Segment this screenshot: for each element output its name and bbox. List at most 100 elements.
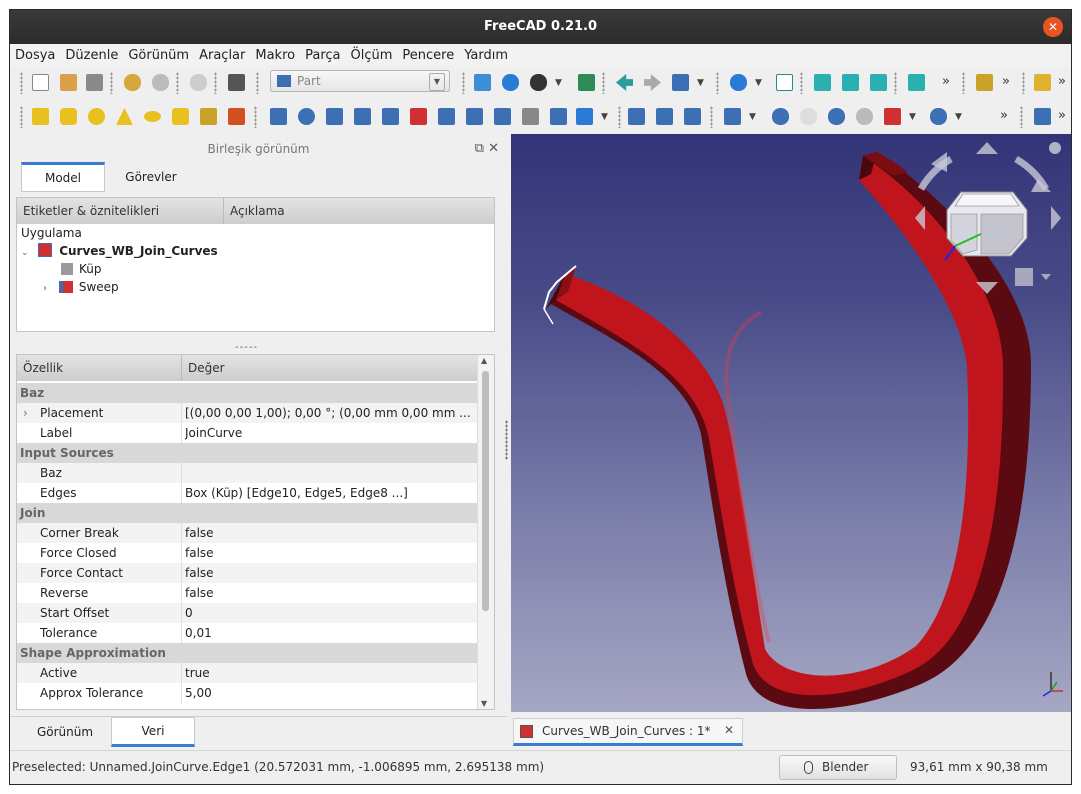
thickness-icon[interactable]	[628, 108, 645, 125]
open-folder-icon[interactable]	[60, 74, 77, 91]
close-tab-icon[interactable]: ✕	[724, 723, 734, 737]
view-top-icon[interactable]	[842, 74, 859, 91]
offset-icon[interactable]	[576, 108, 593, 125]
std-zoom-icon[interactable]	[730, 74, 747, 91]
color-per-face-icon[interactable]	[684, 108, 701, 125]
menu-gorunum[interactable]: Görünüm	[123, 44, 194, 63]
toolbar-overflow-icon[interactable]: »	[942, 74, 950, 89]
chevron-down-icon[interactable]: ▼	[749, 112, 756, 122]
sync-view-icon[interactable]	[672, 74, 689, 91]
fillet-icon[interactable]	[354, 108, 371, 125]
revolve-icon[interactable]	[298, 108, 315, 125]
make-face-icon[interactable]	[410, 108, 427, 125]
scroll-up-icon[interactable]: ▲	[481, 356, 487, 365]
part-cone-icon[interactable]	[116, 108, 133, 125]
view-isometric-icon[interactable]	[776, 74, 793, 91]
measure-linear-icon[interactable]	[1034, 108, 1051, 125]
menu-duzenle[interactable]: Düzenle	[60, 44, 123, 63]
toolbar-overflow-icon[interactable]: »	[1058, 108, 1066, 123]
float-panel-icon[interactable]: ⧉	[475, 141, 484, 156]
tree-header-labels[interactable]: Etiketler & öznitelikleri	[17, 198, 224, 224]
chevron-down-icon[interactable]: ⌄	[21, 248, 29, 258]
ruled-surface-icon[interactable]	[438, 108, 455, 125]
nav-cube-menu-icon[interactable]	[1049, 142, 1061, 154]
measure-icon[interactable]	[976, 74, 993, 91]
chevron-down-icon[interactable]: ▼	[601, 112, 608, 122]
3d-scene[interactable]	[511, 134, 1072, 712]
projection-icon[interactable]	[656, 108, 673, 125]
tree-header-description[interactable]: Açıklama	[224, 198, 494, 224]
toolbar-overflow-icon[interactable]: »	[1000, 108, 1008, 123]
draw-style-icon[interactable]	[530, 74, 547, 91]
property-scrollbar[interactable]: ▲ ▼	[477, 355, 494, 709]
undo-icon[interactable]	[124, 74, 141, 91]
property-group[interactable]: Baz	[17, 383, 479, 403]
tab-veri[interactable]: Veri	[111, 717, 195, 747]
whats-this-icon[interactable]	[228, 74, 245, 91]
vertical-splitter[interactable]	[505, 420, 508, 460]
toolbar-overflow-icon[interactable]: »	[1002, 74, 1010, 89]
tree-item-kup[interactable]: Küp	[61, 260, 102, 278]
menu-dosya[interactable]: Dosya	[10, 44, 60, 63]
property-row-edges[interactable]: Edges Box (Küp) [Edge10, Edge5, Edge8 ...…	[17, 483, 479, 503]
chevron-right-icon[interactable]: ›	[23, 403, 28, 423]
property-group[interactable]: Join	[17, 503, 479, 523]
back-arrow-icon[interactable]	[616, 74, 633, 91]
chamfer-icon[interactable]	[382, 108, 399, 125]
tab-model[interactable]: Model	[21, 162, 105, 192]
property-row-corner-break[interactable]: Corner Break false	[17, 523, 479, 543]
refresh-icon[interactable]	[190, 74, 207, 91]
menu-makro[interactable]: Makro	[250, 44, 300, 63]
redo-icon[interactable]	[152, 74, 169, 91]
window-close-button[interactable]: ✕	[1043, 17, 1063, 37]
section-icon[interactable]	[522, 108, 539, 125]
3d-viewport[interactable]	[511, 134, 1072, 712]
part-cylinder-icon[interactable]	[60, 108, 77, 125]
mirror-icon[interactable]	[326, 108, 343, 125]
cross-sections-icon[interactable]	[550, 108, 567, 125]
shape-builder-icon[interactable]	[228, 108, 245, 125]
property-row-force-closed[interactable]: Force Closed false	[17, 543, 479, 563]
menu-araclar[interactable]: Araçlar	[194, 44, 250, 63]
tree-root-application[interactable]: Uygulama	[21, 224, 82, 242]
property-row-force-contact[interactable]: Force Contact false	[17, 563, 479, 583]
chevron-right-icon[interactable]: ›	[43, 283, 47, 294]
scrollbar-thumb[interactable]	[482, 371, 489, 611]
view-front-icon[interactable]	[814, 74, 831, 91]
tree-item-document[interactable]: ⌄ Curves_WB_Join_Curves	[21, 242, 218, 260]
property-row-approx-tolerance[interactable]: Approx Tolerance 5,00	[17, 683, 479, 703]
property-row-active[interactable]: Active true	[17, 663, 479, 683]
part-torus-icon[interactable]	[144, 111, 161, 122]
property-header-name[interactable]: Özellik	[17, 355, 182, 381]
forward-arrow-icon[interactable]	[644, 74, 661, 91]
new-document-icon[interactable]	[32, 74, 49, 91]
cut-icon[interactable]	[800, 108, 817, 125]
part-tube-icon[interactable]	[172, 108, 189, 125]
toolbar-overflow-icon[interactable]: »	[1058, 74, 1066, 89]
navigation-style-button[interactable]: Blender	[779, 755, 897, 780]
property-row-baz[interactable]: Baz	[17, 463, 479, 483]
loft-icon[interactable]	[466, 108, 483, 125]
split-icon[interactable]	[930, 108, 947, 125]
chevron-down-icon[interactable]: ▼	[909, 112, 916, 122]
tab-gorunum[interactable]: Görünüm	[20, 717, 110, 747]
property-group[interactable]: Input Sources	[17, 443, 479, 463]
boolean-icon[interactable]	[772, 108, 789, 125]
property-row-tolerance[interactable]: Tolerance 0,01	[17, 623, 479, 643]
scroll-down-icon[interactable]: ▼	[481, 699, 487, 708]
part-box-icon[interactable]	[32, 108, 49, 125]
save-icon[interactable]	[86, 74, 103, 91]
chevron-down-icon[interactable]: ▼	[697, 78, 704, 88]
curves-icon[interactable]	[1034, 74, 1051, 91]
menu-olcum[interactable]: Ölçüm	[346, 44, 398, 63]
menu-pencere[interactable]: Pencere	[397, 44, 459, 63]
property-group[interactable]: Shape Approximation	[17, 643, 479, 663]
chevron-down-icon[interactable]: ▼	[955, 112, 962, 122]
extrude-icon[interactable]	[270, 108, 287, 125]
close-panel-icon[interactable]: ✕	[488, 141, 499, 156]
chevron-down-icon[interactable]: ▼	[755, 78, 762, 88]
compound-icon[interactable]	[724, 108, 741, 125]
zoom-selection-icon[interactable]	[502, 74, 519, 91]
property-row-label[interactable]: Label JoinCurve	[17, 423, 479, 443]
common-icon[interactable]	[856, 108, 873, 125]
